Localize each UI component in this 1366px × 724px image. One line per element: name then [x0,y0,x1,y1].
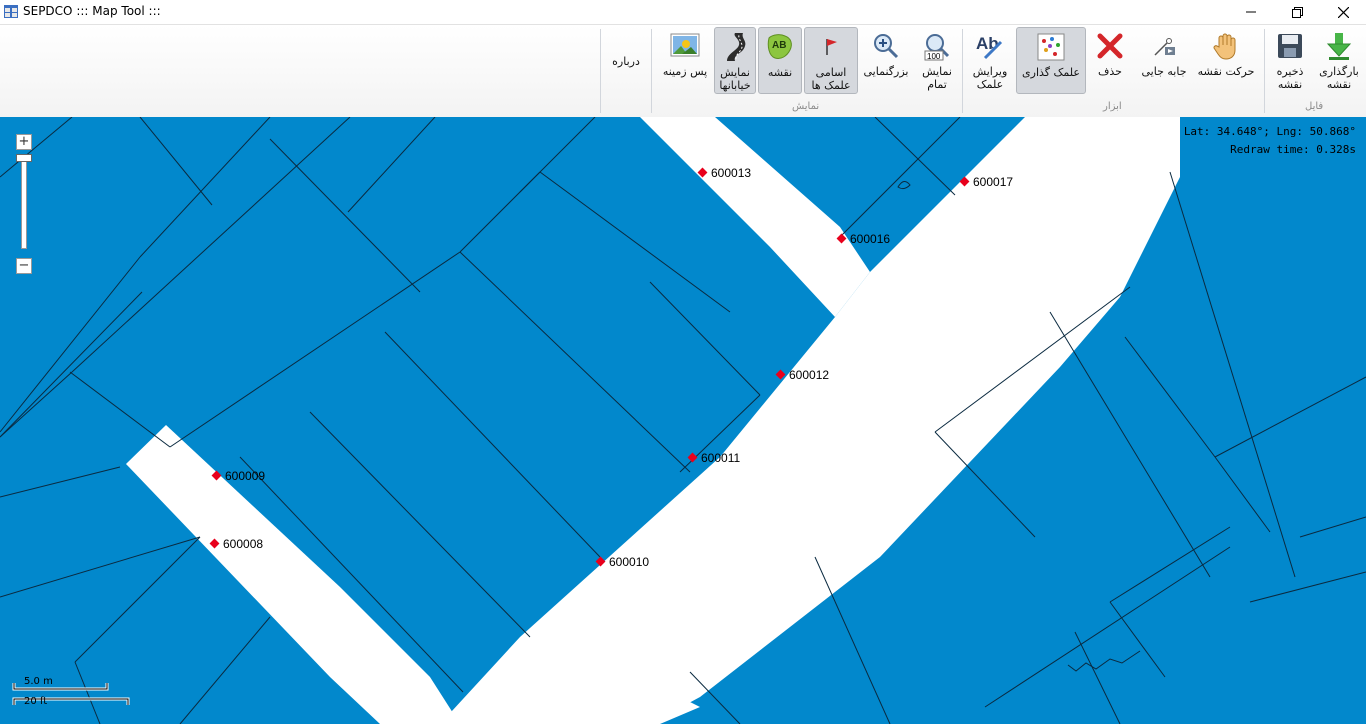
delete-button[interactable]: حذف [1088,27,1132,94]
marker-label-600012: 600012 [789,368,829,382]
redraw-time-readout: Redraw time: 0.328s [1230,143,1356,156]
group-separator [962,29,963,113]
place-marker-label: علمک گذاری [1022,66,1080,79]
marker-label-600009: 600009 [225,469,265,483]
group-label-tools: ابزار [1103,101,1122,112]
pan-map-label: حرکت نقشه [1197,65,1255,78]
marker-label-600013: 600013 [711,166,751,180]
close-icon [1337,6,1349,18]
marker-600011 [687,452,698,463]
move-button[interactable]: جابه جایی [1136,27,1192,94]
marker-label-600011: 600011 [701,451,740,465]
marker-names-button[interactable]: اسامی علمک ها [804,27,858,94]
app-icon [4,5,18,18]
red-flag-icon [816,32,846,62]
floppy-disk-icon [1275,31,1305,61]
full-view-button[interactable]: 100 نمایش تمام [914,27,960,94]
magnifier-plus-icon [871,31,901,61]
restore-icon [1291,6,1303,18]
group-label-file: فایل [1305,101,1324,112]
window-title: SEPDCO ::: Map Tool ::: [23,4,161,18]
show-streets-label: نمایش خیابانها [719,66,751,92]
load-map-label: بارگذاری نقشه [1319,65,1359,91]
red-x-icon [1095,31,1125,61]
save-map-button[interactable]: ذخیره نقشه [1266,27,1314,94]
group-label-view: نمایش [792,101,820,112]
load-map-button[interactable]: بارگذاری نقشه [1314,27,1364,94]
map-canvas[interactable]: 600013 600017 600016 600012 600011 60000… [0,117,1366,724]
svg-text:AB: AB [772,40,786,51]
map-label: نقشه [767,66,793,79]
pan-map-button[interactable]: حرکت نقشه [1195,27,1257,94]
group-separator [1264,29,1265,113]
marker-600012 [775,369,786,380]
marker-label-600008: 600008 [223,537,263,551]
marker-names-label: اسامی علمک ها [811,66,851,92]
save-map-label: ذخیره نقشه [1276,65,1304,91]
marker-label-600016: 600016 [850,232,890,246]
about-label: درباره [612,55,640,68]
zoom-slider-track[interactable] [21,159,27,249]
scale-imperial-label: 20 ft [24,696,48,707]
move-label: جابه جایی [1141,65,1187,78]
side-road-upper [640,117,870,317]
latlng-readout: Lat: 34.648°; Lng: 50.868° [1183,125,1356,138]
edit-marker-button[interactable]: Ab ویرایش علمک [966,27,1014,94]
landscape-image-icon [670,31,700,61]
hand-icon [1211,31,1241,61]
move-node-icon [1149,31,1179,61]
marker-label-600017: 600017 [973,175,1013,189]
map-svg: 600013 600017 600016 600012 600011 60000… [0,117,1366,724]
group-separator [651,29,652,113]
restore-button[interactable] [1274,0,1320,24]
road-icon [720,32,750,62]
magnifier-100-icon: 100 [922,31,952,61]
edit-marker-label: ویرایش علمک [972,65,1008,91]
full-view-label: نمایش تمام [922,65,952,91]
map-button[interactable]: AB نقشه [758,27,802,94]
place-marker-button[interactable]: علمک گذاری [1016,27,1086,94]
ab-map-icon: AB [765,32,795,62]
title-bar: SEPDCO ::: Map Tool ::: [0,0,1366,24]
ribbon-toolbar: بارگذاری نقشه ذخیره نقشه فایل حرکت نقشه … [0,24,1366,118]
download-arrow-icon [1324,31,1354,61]
background-button[interactable]: پس زمینه [658,27,712,94]
minimize-icon [1246,11,1256,13]
minimize-button[interactable] [1228,0,1274,24]
svg-text:100: 100 [927,52,941,61]
zoom-label: بزرگنمایی [863,65,909,78]
marker-label-600010: 600010 [609,555,649,569]
scale-metric-label: 5.0 m [24,676,53,687]
side-road-lower [126,425,460,724]
dots-grid-icon [1036,32,1066,62]
zoom-button[interactable]: بزرگنمایی [860,27,912,94]
svg-text:Ab: Ab [976,34,999,53]
show-streets-button[interactable]: نمایش خیابانها [714,27,756,94]
ab-pencil-icon: Ab [975,31,1005,61]
zoom-slider-handle[interactable] [16,154,32,162]
zoom-out-button[interactable]: − [16,258,32,274]
zoom-in-button[interactable]: + [16,134,32,150]
background-label: پس زمینه [662,65,708,78]
scale-bar: 5.0 m 20 ft [12,676,132,713]
close-button[interactable] [1320,0,1366,24]
group-separator [600,29,601,113]
delete-label: حذف [1098,65,1122,78]
about-button[interactable]: درباره [604,45,648,89]
